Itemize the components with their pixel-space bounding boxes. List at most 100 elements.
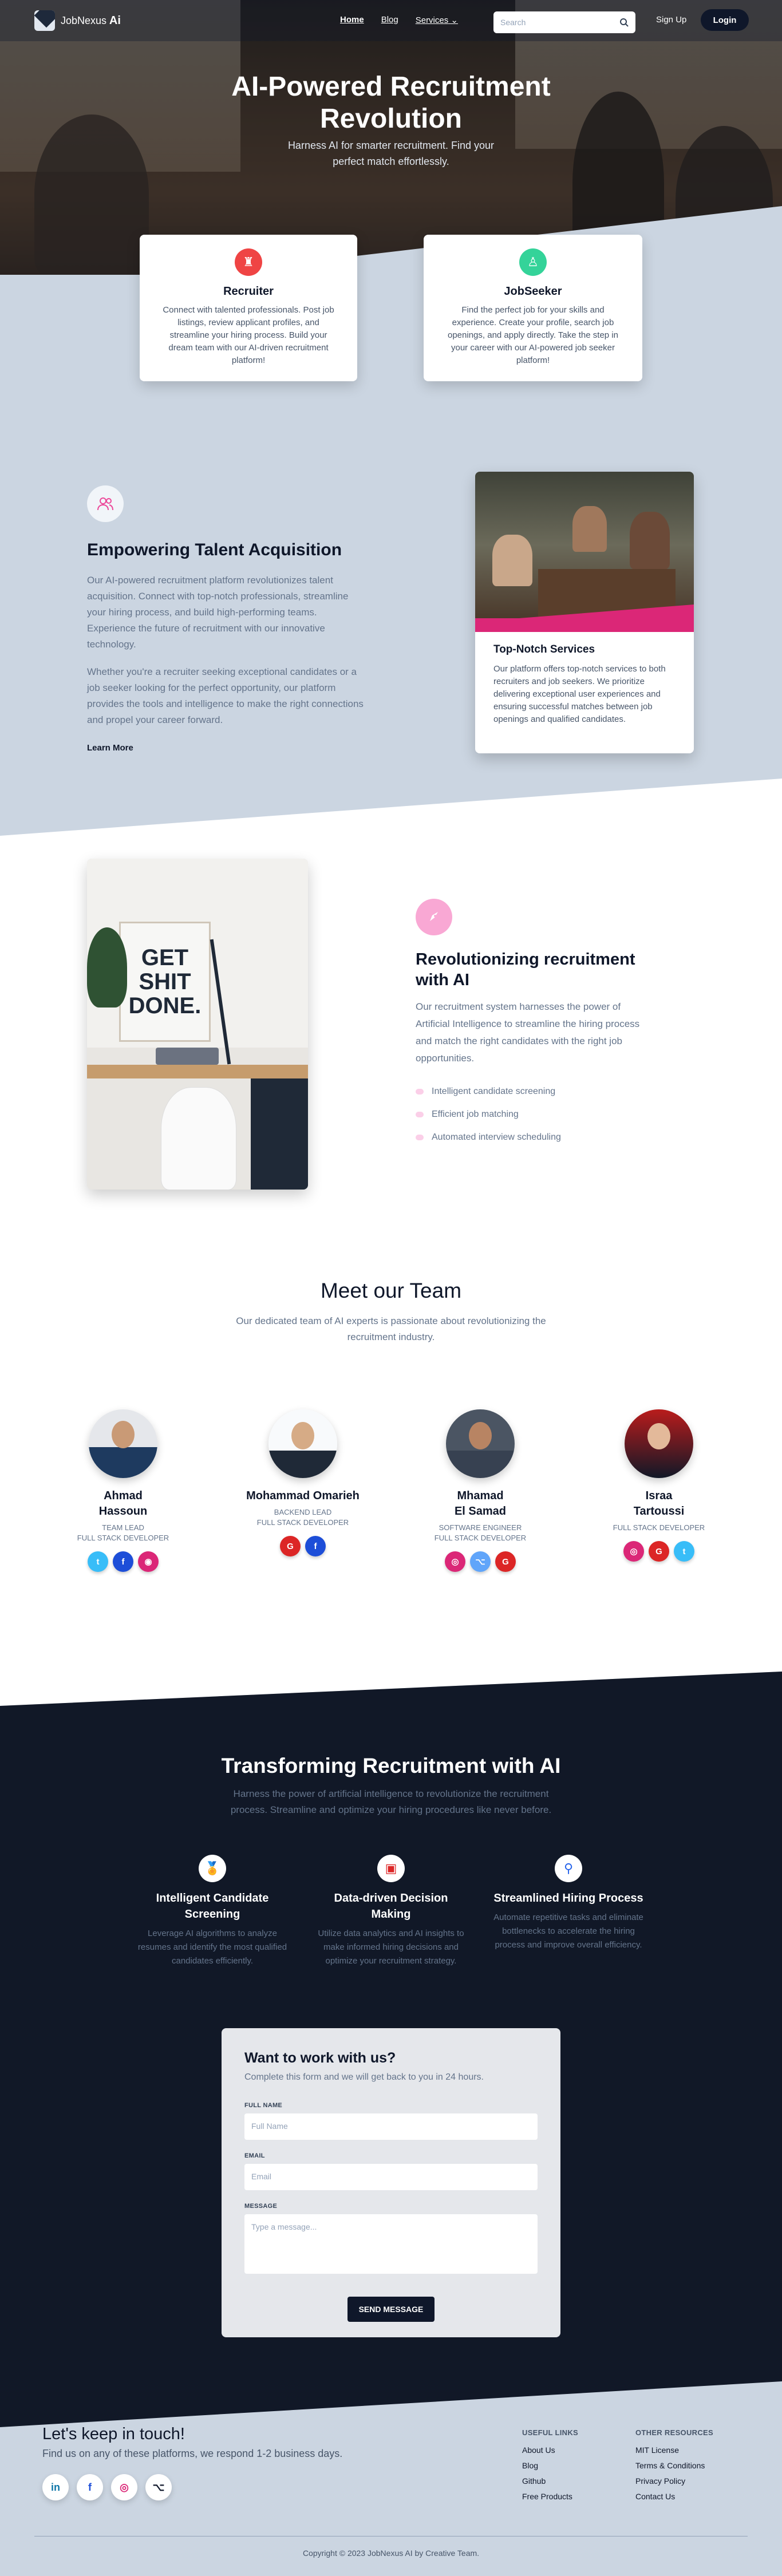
footer-link[interactable]: Free Products	[522, 2489, 578, 2504]
laptop	[156, 1048, 219, 1065]
google-icon[interactable]: G	[280, 1536, 301, 1556]
dribbble-icon[interactable]: ◎	[111, 2474, 137, 2500]
team-member-card: Mohammad Omarieh BACKEND LEAD FULL STACK …	[237, 1409, 369, 1556]
recruiter-card-text: Connect with talented professionals. Pos…	[163, 305, 334, 365]
send-message-button[interactable]: SEND MESSAGE	[347, 2297, 435, 2322]
pin-icon: ⚲	[555, 1855, 582, 1882]
google-icon[interactable]: G	[649, 1541, 669, 1562]
search-icon	[620, 18, 629, 27]
member-role: SOFTWARE ENGINEER FULL STACK DEVELOPER	[434, 1523, 527, 1542]
github-icon[interactable]: ⌥	[470, 1551, 491, 1572]
chair	[161, 1088, 236, 1190]
full-name-input[interactable]: Full Name	[244, 2113, 538, 2140]
instagram-icon[interactable]: ◎	[445, 1551, 465, 1572]
other-resources-title: OTHER RESOURCES	[635, 2428, 713, 2437]
team-title: Meet our Team	[320, 1279, 462, 1302]
github-icon[interactable]: ⌥	[145, 2474, 172, 2500]
copyright: Copyright © 2023 JobNexus AI by Creative…	[302, 2549, 480, 2558]
member-role: TEAM LEAD FULL STACK DEVELOPER	[77, 1523, 169, 1542]
feature-item: Efficient job matching	[416, 1109, 519, 1120]
desk-top	[87, 1065, 308, 1078]
member-socials: ◎ ⌥ G	[414, 1551, 546, 1572]
feature-label: Efficient job matching	[432, 1109, 519, 1119]
footer-link[interactable]: Blog	[522, 2458, 578, 2474]
footer-link[interactable]: About Us	[522, 2443, 578, 2458]
footer-link[interactable]: MIT License	[635, 2443, 713, 2458]
footer-subtitle: Find us on any of these platforms, we re…	[42, 2448, 343, 2459]
check-icon	[416, 1089, 424, 1095]
avatar	[625, 1409, 693, 1478]
top-navbar: JobNexus Ai Home Blog Services ⌄ Search …	[0, 0, 782, 41]
facebook-icon[interactable]: f	[113, 1551, 133, 1572]
member-name: Mohammad Omarieh	[246, 1490, 360, 1502]
twitter-icon[interactable]: t	[88, 1551, 108, 1572]
useful-links-title: USEFUL LINKS	[522, 2428, 578, 2437]
email-input[interactable]: Email	[244, 2164, 538, 2190]
empower-title: Empowering Talent Acquisition	[87, 540, 342, 559]
message-label: MESSAGE	[244, 2203, 278, 2210]
revolution-text: Our recruitment system harnesses the pow…	[416, 1001, 640, 1064]
footer-link[interactable]: Terms & Conditions	[635, 2458, 713, 2474]
facebook-icon[interactable]: f	[305, 1536, 326, 1556]
login-button[interactable]: Login	[701, 9, 749, 31]
learn-more-link[interactable]: Learn More	[87, 743, 133, 753]
award-icon: 🏅	[199, 1855, 226, 1882]
nav-link-services[interactable]: Services ⌄	[416, 15, 458, 25]
contact-title: Want to work with us?	[244, 2050, 396, 2066]
contact-form: Want to work with us? Complete this form…	[222, 2028, 560, 2337]
top-notch-text: Our platform offers top-notch services t…	[493, 664, 666, 724]
feature-item: Automated interview scheduling	[416, 1132, 561, 1143]
feature-label: Intelligent candidate screening	[432, 1086, 556, 1096]
dribbble-icon[interactable]: ◉	[138, 1551, 159, 1572]
facebook-icon[interactable]: f	[77, 2474, 103, 2500]
member-role: BACKEND LEAD FULL STACK DEVELOPER	[256, 1508, 349, 1527]
linkedin-icon[interactable]: in	[42, 2474, 69, 2500]
recruiter-icon: ♜	[235, 248, 262, 276]
team-subtitle: Our dedicated team of AI experts is pass…	[236, 1315, 546, 1342]
hero-subtitle: Harness AI for smarter recruitment. Find…	[287, 140, 495, 167]
hero-title: AI-Powered Recruitment Revolution	[231, 72, 551, 134]
recruiter-card-title: Recruiter	[223, 285, 274, 298]
member-name: Israa Tartoussi	[633, 1490, 685, 1518]
transform-feature-title: Data-driven Decision Making	[334, 1892, 448, 1921]
accent-bar	[475, 618, 694, 632]
avatar	[89, 1409, 157, 1478]
check-icon	[416, 1112, 424, 1117]
member-socials: ◎ G t	[593, 1541, 725, 1562]
top-notch-card: Top-Notch Services Our platform offers t…	[475, 472, 694, 753]
member-name: Ahmad Hassoun	[98, 1490, 148, 1518]
twitter-icon[interactable]: t	[674, 1541, 694, 1562]
signup-link[interactable]: Sign Up	[656, 15, 686, 25]
contact-subtitle: Complete this form and we will get back …	[244, 2072, 484, 2082]
check-icon	[416, 1135, 424, 1140]
search-input[interactable]: Search	[493, 11, 635, 33]
team-member-card: Ahmad Hassoun TEAM LEAD FULL STACK DEVELOP…	[57, 1409, 189, 1572]
cabinet	[251, 1078, 308, 1190]
instagram-icon[interactable]: ◎	[623, 1541, 644, 1562]
jobseeker-icon: ♙	[519, 248, 547, 276]
nav-link-services-label: Services	[415, 15, 449, 25]
footer-link[interactable]: Github	[522, 2474, 578, 2489]
nav-link-blog[interactable]: Blog	[381, 15, 398, 25]
users-icon	[87, 485, 124, 522]
brand-logo[interactable]: JobNexus Ai	[34, 10, 121, 31]
useful-links: USEFUL LINKS About Us Blog Github Free P…	[522, 2425, 578, 2504]
footer-link[interactable]: Privacy Policy	[635, 2474, 713, 2489]
poster: GET SHIT DONE.	[119, 922, 211, 1042]
brand-name-suffix: Ai	[109, 14, 121, 27]
message-textarea[interactable]: Type a message...	[244, 2214, 538, 2274]
jobseeker-card-title: JobSeeker	[504, 285, 562, 298]
team-member-card: Mhamad El Samad SOFTWARE ENGINEER FULL STA…	[414, 1409, 546, 1572]
empower-paragraph-2: Whether you're a recruiter seeking excep…	[87, 666, 364, 725]
transform-title: Transforming Recruitment with AI	[221, 1754, 561, 1777]
recruiter-card[interactable]: ♜ Recruiter Connect with talented profes…	[140, 235, 357, 381]
email-label: EMAIL	[244, 2152, 265, 2159]
empower-paragraph-1: Our AI-powered recruitment platform revo…	[87, 575, 349, 650]
footer-link[interactable]: Contact Us	[635, 2489, 713, 2504]
jobseeker-card[interactable]: ♙ JobSeeker Find the perfect job for you…	[424, 235, 642, 381]
search-placeholder: Search	[500, 18, 526, 27]
google-icon[interactable]: G	[495, 1551, 516, 1572]
member-name: Mhamad El Samad	[454, 1490, 507, 1518]
nav-link-home[interactable]: Home	[340, 15, 364, 25]
hero-section: AI-Powered Recruitment Revolution Harnes…	[0, 0, 782, 275]
